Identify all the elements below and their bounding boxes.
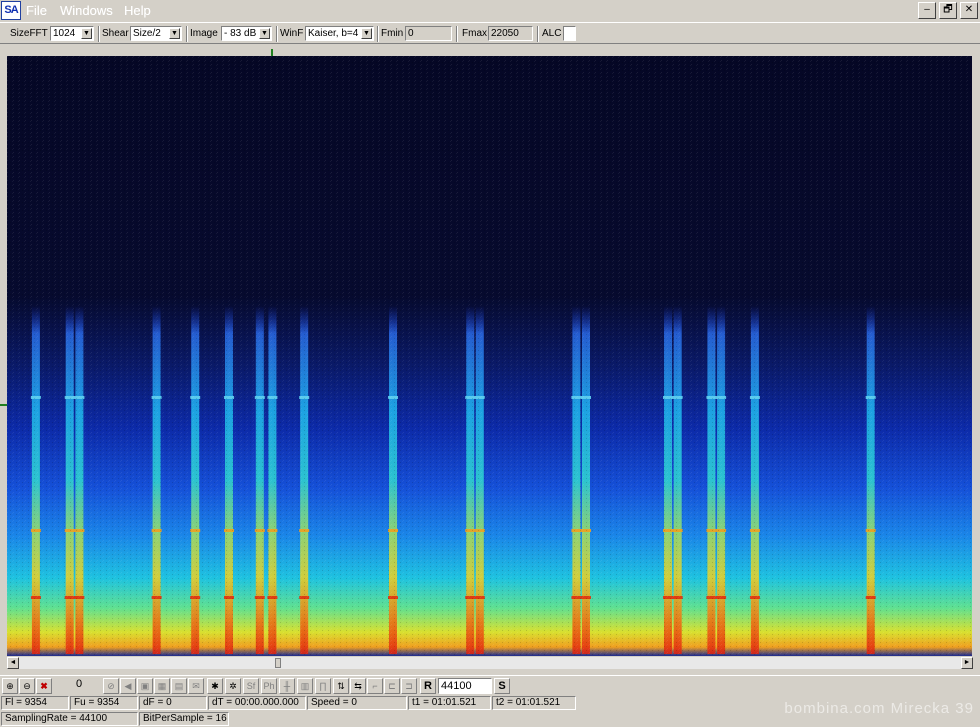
close-button[interactable]: ✕ <box>960 2 978 19</box>
sizefft-value: 1024 <box>53 28 76 39</box>
status-t2: t2 = 01:01.521 <box>492 696 576 710</box>
spectrogram[interactable] <box>7 56 972 656</box>
image-select[interactable]: - 83 dB ▼ <box>221 26 272 41</box>
step2-icon[interactable]: ⊏ <box>384 678 400 694</box>
status-bits: BitPerSample = 16 <box>139 712 229 726</box>
alc-checkbox[interactable] <box>563 26 576 41</box>
status-sampling-rate: SamplingRate = 44100 <box>1 712 138 726</box>
tool-buttons-bar: ⊕ ⊖ ✖ 0 ⊘ ◀ ▣ ▦ ▤ ✉ ✱ ✲ Sf Ph ╫ ▥ ∏ ⇅ ⇆ … <box>0 675 980 695</box>
s-button[interactable]: S <box>494 678 510 694</box>
divider <box>98 26 100 42</box>
sizefft-label: SizeFFT <box>10 28 48 39</box>
divider <box>537 26 539 42</box>
spectrogram-noise <box>7 56 972 656</box>
shear-label: Shear <box>102 28 129 39</box>
rate-input[interactable]: 44100 <box>438 678 492 694</box>
divider <box>276 26 278 42</box>
chevron-down-icon: ▼ <box>169 28 180 39</box>
step-icon[interactable]: ⌐ <box>367 678 383 694</box>
image-label: Image <box>190 28 218 39</box>
comb-icon[interactable]: ▥ <box>297 678 313 694</box>
star-icon[interactable]: ✱ <box>207 678 223 694</box>
zoom-value: 0 <box>56 678 100 694</box>
wave-icon[interactable]: ∏ <box>315 678 331 694</box>
lr-icon[interactable]: ⇆ <box>350 678 366 694</box>
bars-icon[interactable]: ╫ <box>279 678 295 694</box>
chevron-down-icon: ▼ <box>81 28 92 39</box>
delete-icon[interactable]: ✖ <box>36 678 52 694</box>
step3-icon[interactable]: ⊐ <box>401 678 417 694</box>
app-logo: SA <box>1 1 21 20</box>
chevron-down-icon: ▼ <box>361 28 372 39</box>
scroll-left-icon[interactable]: ◄ <box>7 657 19 669</box>
winf-label: WinF <box>280 28 304 39</box>
menu-bar: SA File Windows Help – 🗗 ✕ <box>0 0 980 22</box>
no-icon[interactable]: ⊘ <box>103 678 119 694</box>
status-fu: Fu = 9354 <box>70 696 138 710</box>
zoom-out-icon[interactable]: ⊖ <box>19 678 35 694</box>
status-t1: t1 = 01:01.521 <box>408 696 491 710</box>
sf-icon[interactable]: Sf <box>243 678 259 694</box>
r-button[interactable]: R <box>420 678 436 694</box>
status-speed: Speed = 0 <box>307 696 407 710</box>
fmax-input[interactable]: 22050 <box>488 26 533 41</box>
fmax-label: Fmax <box>462 28 487 39</box>
fmin-label: Fmin <box>381 28 404 39</box>
divider <box>186 26 188 42</box>
time-cursor-marker[interactable] <box>271 49 273 56</box>
star2-icon[interactable]: ✲ <box>225 678 241 694</box>
divider <box>377 26 379 42</box>
shear-value: Size/2 <box>133 28 161 39</box>
alc-label: ALC <box>542 28 562 39</box>
envelope-icon[interactable]: ✉ <box>188 678 204 694</box>
ph-icon[interactable]: Ph <box>261 678 277 694</box>
minimize-button[interactable]: – <box>918 2 936 19</box>
menu-windows[interactable]: Windows <box>60 3 113 18</box>
zoom-in-icon[interactable]: ⊕ <box>2 678 18 694</box>
frequency-cursor-marker[interactable] <box>0 404 7 406</box>
spectrogram-panel: ◄ ► <box>0 44 980 674</box>
restore-button[interactable]: 🗗 <box>939 2 957 19</box>
winf-value: Kaiser, b=4 <box>308 28 359 39</box>
status-fl: Fl = 9354 <box>1 696 69 710</box>
frame-icon[interactable]: ▣ <box>137 678 153 694</box>
watermark: bombina.com Mirecka 39 <box>784 700 974 717</box>
winf-select[interactable]: Kaiser, b=4 ▼ <box>305 26 374 41</box>
menu-file[interactable]: File <box>26 3 47 18</box>
status-df: dF = 0 <box>139 696 207 710</box>
parameters-toolbar: SizeFFT 1024 ▼ Shear Size/2 ▼ Image - 83… <box>0 22 980 44</box>
scroll-thumb[interactable] <box>275 658 281 668</box>
speaker-icon[interactable]: ◀ <box>120 678 136 694</box>
divider <box>456 26 458 42</box>
status-dt: dT = 00:00.000.000 <box>208 696 306 710</box>
image-value: - 83 dB <box>224 28 257 39</box>
fmin-input[interactable]: 0 <box>405 26 452 41</box>
menu-help[interactable]: Help <box>124 3 151 18</box>
grid-b-icon[interactable]: ▤ <box>171 678 187 694</box>
shear-select[interactable]: Size/2 ▼ <box>130 26 182 41</box>
grid-a-icon[interactable]: ▦ <box>154 678 170 694</box>
arrows-icon[interactable]: ⇅ <box>333 678 349 694</box>
horizontal-scrollbar[interactable]: ◄ ► <box>7 657 973 669</box>
chevron-down-icon: ▼ <box>259 28 270 39</box>
sizefft-select[interactable]: 1024 ▼ <box>50 26 94 41</box>
scroll-right-icon[interactable]: ► <box>961 657 973 669</box>
